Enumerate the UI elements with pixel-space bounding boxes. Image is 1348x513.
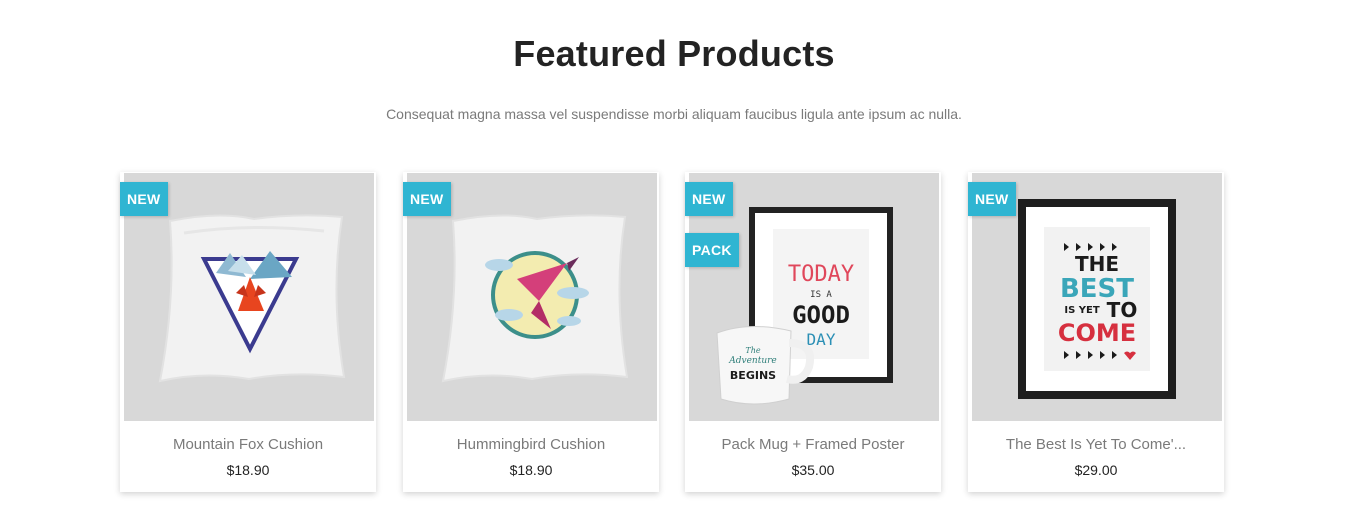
section-subtitle: Consequat magna massa vel suspendisse mo… — [386, 106, 962, 122]
poster-word: THE — [1075, 252, 1119, 276]
product-price: $35.00 — [791, 462, 835, 478]
product-card-best-yet-to-come[interactable]: THE BEST IS YET TO COME NEW The Best Is … — [968, 172, 1224, 492]
product-price: $18.90 — [226, 462, 270, 478]
product-card-mountain-fox[interactable]: NEW Mountain Fox Cushion $18.90 — [120, 172, 376, 492]
mug-word: The — [745, 346, 760, 355]
section-title: Featured Products — [513, 33, 835, 74]
product-price: $18.90 — [509, 462, 553, 478]
mug-word: Adventure — [728, 356, 777, 366]
product-name[interactable]: The Best Is Yet To Come'... — [968, 434, 1224, 456]
product-card-pack-mug-poster[interactable]: TODAY IS A GOOD DAY The Adventure BEGINS… — [685, 172, 941, 492]
poster-word: IS YET — [1064, 305, 1099, 316]
poster-word: GOOD — [792, 301, 850, 329]
product-name[interactable]: Mountain Fox Cushion — [120, 434, 376, 456]
product-name[interactable]: Hummingbird Cushion — [403, 434, 659, 456]
featured-products-section: Featured Products Consequat magna massa … — [0, 0, 1348, 513]
product-name[interactable]: Pack Mug + Framed Poster — [685, 434, 941, 456]
new-badge: NEW — [685, 182, 733, 216]
mug-word: BEGINS — [730, 369, 776, 382]
product-card-hummingbird[interactable]: NEW Hummingbird Cushion $18.90 — [403, 172, 659, 492]
poster-word: TODAY — [788, 262, 854, 287]
product-price: $29.00 — [1074, 462, 1118, 478]
new-badge: NEW — [120, 182, 168, 216]
poster-word: IS A — [810, 290, 832, 300]
poster-word: COME — [1058, 319, 1136, 347]
pack-badge: PACK — [685, 233, 739, 267]
new-badge: NEW — [403, 182, 451, 216]
poster-word: DAY — [807, 330, 836, 349]
new-badge: NEW — [968, 182, 1016, 216]
